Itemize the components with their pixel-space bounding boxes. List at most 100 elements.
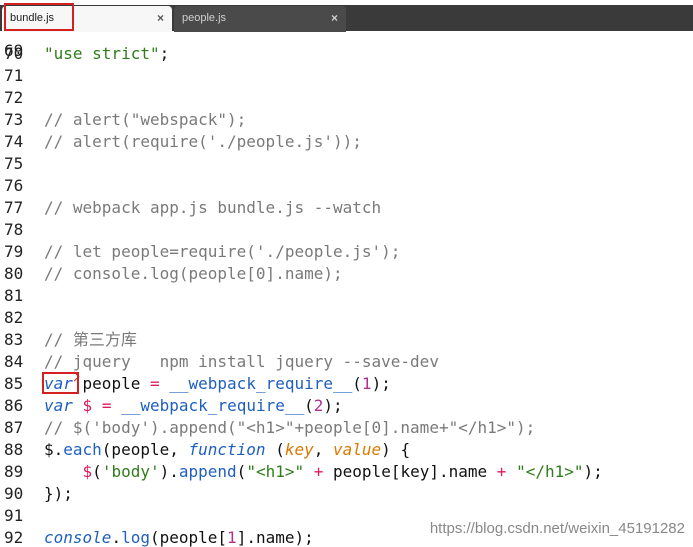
tab-people-js[interactable]: people.js × [174,6,346,32]
code-token: // $('body').append("<h1>"+people[0].nam… [44,418,536,437]
line-number: 85 [4,374,24,393]
code-token: 1 [361,374,372,393]
close-icon[interactable]: × [157,6,164,30]
code-token: 1 [227,528,237,547]
code-text: console.log(people[1].name); [44,527,314,547]
line-number: 79 [4,242,24,261]
line-number: 77 [4,198,24,217]
code-text: $.each(people, function (key, value) { [44,439,410,461]
code-line: 90}); [0,483,693,505]
code-line: 75 [0,153,693,175]
line-number: 81 [4,286,24,305]
editor-window: bundle.js × people.js × 69 70 "use strict… [0,0,693,547]
code-token: ); [371,374,391,393]
line-number: 70 [4,44,24,63]
code-line: 72 [0,87,693,109]
code-token: ( [352,374,362,393]
line-number: 87 [4,418,24,437]
line-number: 76 [4,176,24,195]
code-line: 79 // let people=require('./people.js'); [0,241,693,263]
code-text: // 第三方库 [44,329,137,351]
code-token: $ [82,396,93,415]
code-line: 71 [0,65,693,87]
code-token: function [188,440,266,459]
code-token: ( [92,462,102,481]
line-number: 73 [4,110,24,129]
line-number: 83 [4,330,24,349]
code-token: + [496,462,507,481]
line-number: 92 [4,528,24,547]
code-token: log [121,528,150,547]
line-number: 89 [4,462,24,481]
code-text: $('body').append("<h1>" + people[key].na… [44,461,603,483]
code-text: }); [44,483,73,505]
line-number: 86 [4,396,24,415]
code-token: // jquery npm install jquery --save-dev [44,352,439,371]
code-token: "<h1>" [246,462,305,481]
code-text: var $ = __webpack_require__(2); [44,395,343,417]
code-token: ). [159,462,179,481]
code-token: ); [323,396,343,415]
code-token: (people, [101,440,189,459]
tab-bundle-js[interactable]: bundle.js × [2,3,172,32]
code-text: // let people=require('./people.js'); [44,241,400,263]
code-token: ].name); [236,528,314,547]
line-number: 72 [4,88,24,107]
code-line: 78 [0,219,693,241]
code-line: 80 // console.log(people[0].name); [0,263,693,285]
code-token: (people[ [149,528,228,547]
tab-label: people.js [182,12,227,24]
code-token: // 第三方库 [44,330,137,349]
code-text: // $('body').append("<h1>"+people[0].nam… [44,417,535,439]
code-token: ); [583,462,603,481]
code-token: $ [82,462,93,481]
code-token: ) { [381,440,411,459]
code-token: value [333,440,382,459]
line-number: 84 [4,352,24,371]
line-number: 90 [4,484,24,503]
code-token: __webpack_require__ [169,374,353,393]
code-text: // console.log(people[0].name); [44,263,343,285]
code-line: 88 $.each(people, function (key, value) { [0,439,693,461]
line-number: 71 [4,66,24,85]
line-number: 75 [4,154,24,173]
code-editor[interactable]: 69 70 "use strict"; 71 72 73 // alert("webspa… [0,32,693,547]
code-token: people[key].name [323,462,497,481]
code-token: people [72,374,150,393]
code-line: 81 [0,285,693,307]
code-token: key [284,440,314,459]
code-token: . [111,528,122,547]
code-text: "use strict"; [44,43,169,65]
code-token: "</h1>" [516,462,584,481]
code-token: ( [304,396,314,415]
code-token: // alert(require('./people.js')); [44,132,362,151]
code-token: // console.log(people[0].name); [44,264,343,283]
code-line: 70 "use strict"; [0,43,693,65]
line-number: 91 [4,506,24,525]
code-text: // jquery npm install jquery --save-dev [44,351,439,373]
highlight-box [4,3,74,31]
close-icon[interactable]: × [331,6,338,30]
code-token: var [44,396,73,415]
code-text: var people = __webpack_require__(1); [44,373,391,395]
code-text: // alert("webspack"); [44,109,246,131]
code-line: 84 // jquery npm install jquery --save-de… [0,351,693,373]
code-text: // webpack app.js bundle.js --watch [44,197,381,219]
code-token: ( [236,462,247,481]
code-line: 86 var $ = __webpack_require__(2); [0,395,693,417]
line-number: 80 [4,264,24,283]
code-token: __webpack_require__ [121,396,305,415]
tab-bar: bundle.js × people.js × [0,0,693,33]
line-number: 74 [4,132,24,151]
code-token: ( [265,440,285,459]
line-number: 82 [4,308,24,327]
code-text: // alert(require('./people.js')); [44,131,362,153]
code-line: 77 // webpack app.js bundle.js --watch [0,197,693,219]
code-line: 85 var people = __webpack_require__(1); [0,371,693,395]
